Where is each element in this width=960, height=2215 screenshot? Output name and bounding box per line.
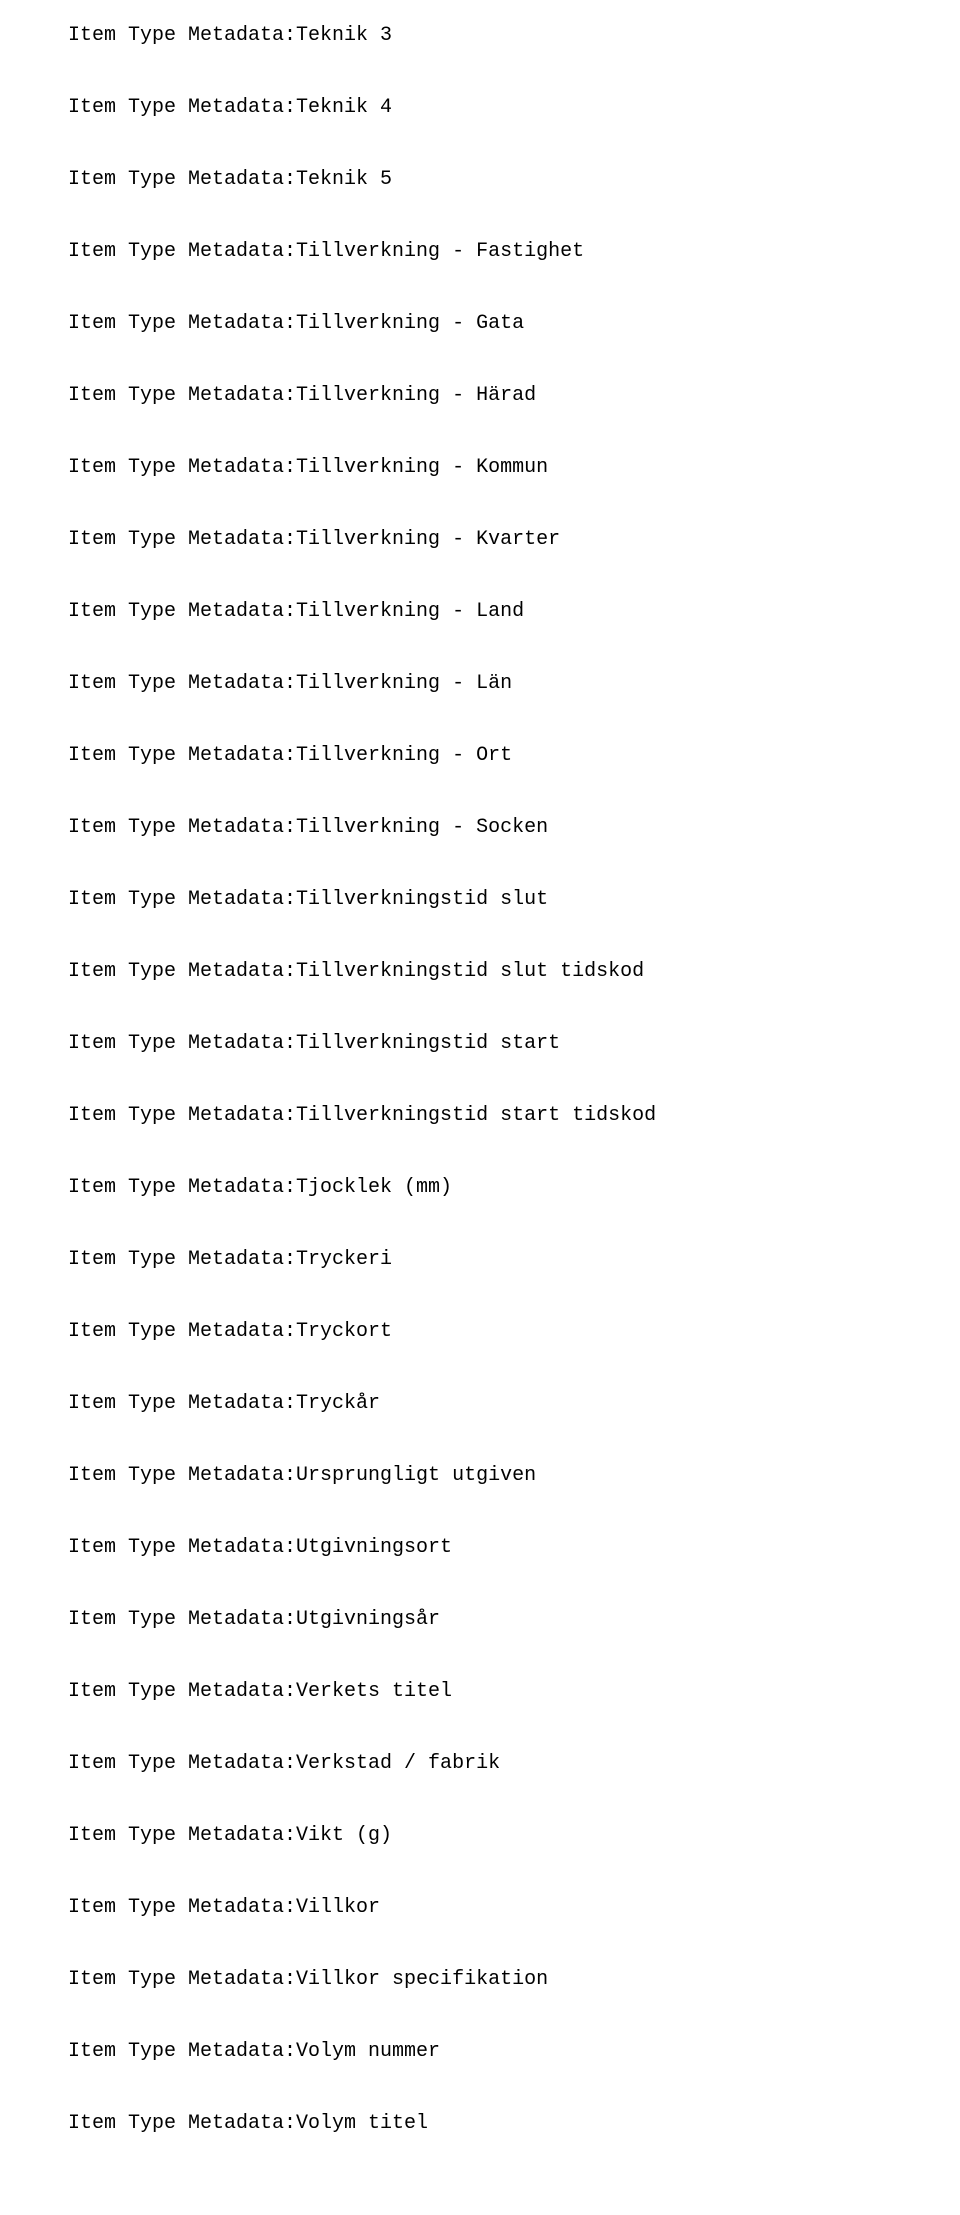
metadata-line: Item Type Metadata:Volym nummer — [68, 2040, 892, 2064]
metadata-line: Item Type Metadata:Volym titel — [68, 2112, 892, 2136]
metadata-line: Item Type Metadata:Tillverkning - Ort — [68, 744, 892, 768]
metadata-line: Item Type Metadata:Tillverkning - Kommun — [68, 456, 892, 480]
metadata-line: Item Type Metadata:Teknik 3 — [68, 24, 892, 48]
metadata-line: Item Type Metadata:Tryckort — [68, 1320, 892, 1344]
metadata-line: Item Type Metadata:Verkets titel — [68, 1680, 892, 1704]
metadata-line: Item Type Metadata:Utgivningsår — [68, 1608, 892, 1632]
metadata-line: Item Type Metadata:Teknik 4 — [68, 96, 892, 120]
metadata-line: Item Type Metadata:Tillverkningstid star… — [68, 1032, 892, 1056]
metadata-line: Item Type Metadata:Vikt (g) — [68, 1824, 892, 1848]
metadata-line: Item Type Metadata:Utgivningsort — [68, 1536, 892, 1560]
metadata-line: Item Type Metadata:Tryckår — [68, 1392, 892, 1416]
metadata-line: Item Type Metadata:Tryckeri — [68, 1248, 892, 1272]
metadata-line: Item Type Metadata:Tillverkningstid slut — [68, 888, 892, 912]
metadata-line: Item Type Metadata:Tillverkning - Län — [68, 672, 892, 696]
metadata-line: Item Type Metadata:Tillverkning - Land — [68, 600, 892, 624]
metadata-line: Item Type Metadata:Tillverkning - Härad — [68, 384, 892, 408]
metadata-line: Item Type Metadata:Tjocklek (mm) — [68, 1176, 892, 1200]
metadata-line: Item Type Metadata:Tillverkningstid star… — [68, 1104, 892, 1128]
metadata-line: Item Type Metadata:Tillverkning - Kvarte… — [68, 528, 892, 552]
metadata-line: Item Type Metadata:Ursprungligt utgiven — [68, 1464, 892, 1488]
metadata-line: Item Type Metadata:Verkstad / fabrik — [68, 1752, 892, 1776]
metadata-line: Item Type Metadata:Villkor — [68, 1896, 892, 1920]
metadata-line: Item Type Metadata:Teknik 5 — [68, 168, 892, 192]
metadata-line: Item Type Metadata:Tillverkning - Socken — [68, 816, 892, 840]
metadata-line: Item Type Metadata:Villkor specifikation — [68, 1968, 892, 1992]
metadata-line: Item Type Metadata:Tillverkningstid slut… — [68, 960, 892, 984]
metadata-line: Item Type Metadata:Tillverkning - Fastig… — [68, 240, 892, 264]
metadata-line: Item Type Metadata:Tillverkning - Gata — [68, 312, 892, 336]
